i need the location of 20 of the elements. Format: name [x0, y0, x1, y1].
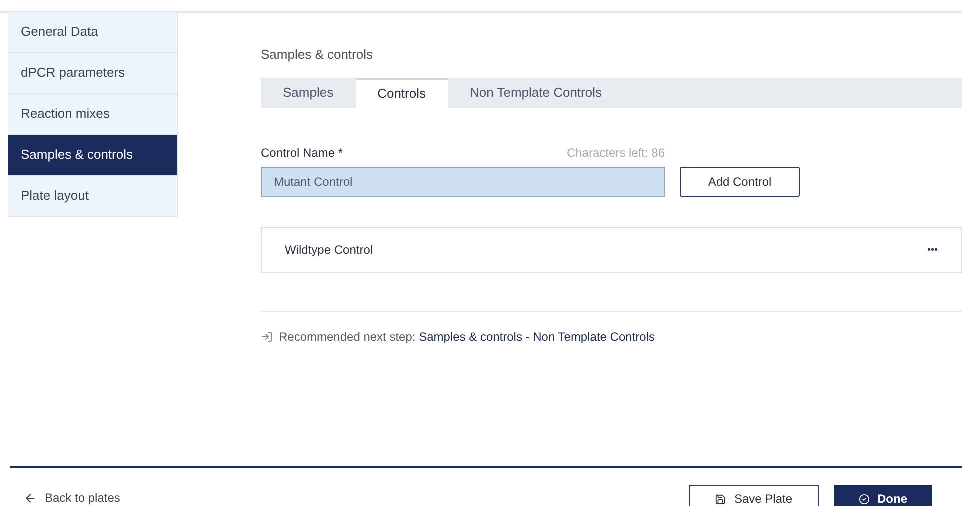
tab[interactable]: Controls [356, 78, 448, 108]
next-step-text: Recommended next step: Samples & controls - Non Template Controls [279, 329, 655, 346]
back-link[interactable]: Back to plates [24, 489, 120, 506]
check-circle-icon [858, 494, 870, 504]
control-name: Wildtype Control [285, 242, 374, 259]
more-options-button[interactable]: ••• [927, 242, 938, 258]
field-label: Control Name * [261, 145, 344, 162]
done-button[interactable]: Done [834, 485, 932, 506]
add-control-button[interactable]: Add Control [680, 167, 800, 197]
character-counter: Characters left: 86 [566, 145, 665, 162]
control-name-field[interactable]: Mutant Control [261, 167, 665, 197]
next-step-link[interactable]: Samples & controls - Non Template Controls [419, 330, 655, 344]
tab[interactable]: Non Template Controls [448, 78, 624, 108]
save-icon [715, 494, 726, 504]
next-step-icon [261, 331, 273, 343]
section-heading: Samples & controls [261, 46, 374, 64]
tab[interactable]: Samples [261, 78, 356, 108]
sidebar-item[interactable]: Samples & controls [8, 135, 177, 176]
arrow-left-icon [24, 492, 37, 504]
save-plate-button[interactable]: Save Plate [689, 485, 819, 506]
